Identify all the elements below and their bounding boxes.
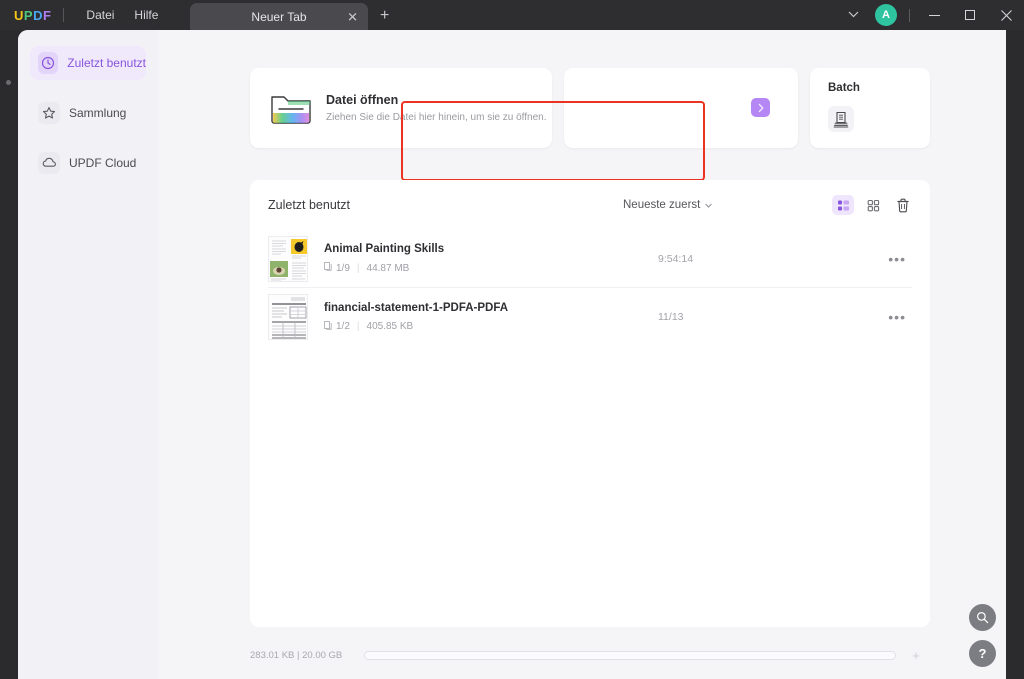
logo-divider: [63, 8, 65, 22]
menu-hilfe[interactable]: Hilfe: [124, 4, 168, 26]
grid-view-icon[interactable]: [862, 195, 884, 215]
chevron-down-icon: [705, 201, 713, 210]
cloud-icon: [38, 152, 60, 174]
logo-letter-d: D: [33, 7, 43, 23]
file-time: 9:54:14: [658, 252, 694, 265]
sidebar-item-label: UPDF Cloud: [69, 156, 137, 170]
batch-title: Batch: [828, 82, 860, 94]
thumb-page-1: [269, 236, 289, 260]
sidebar-item-zuletzt-benutzt[interactable]: Zuletzt benutzt: [30, 46, 146, 80]
file-thumbnail: [268, 235, 308, 282]
window-edge-dot: [6, 80, 11, 85]
help-icon[interactable]: ?: [969, 640, 996, 667]
sidebar-item-updf-cloud[interactable]: UPDF Cloud: [30, 146, 146, 180]
pages-value: 1/9: [336, 262, 350, 274]
view-toggle-group: [832, 195, 914, 215]
thumb-page-4: [289, 259, 307, 281]
main-content: Datei öffnen Ziehen Sie die Datei hier h…: [158, 30, 1006, 679]
file-time: 11/13: [658, 311, 684, 323]
file-name: Animal Painting Skills: [324, 243, 445, 255]
sort-label: Neueste zuerst: [623, 199, 701, 211]
tab-neuer-tab[interactable]: Neuer Tab ✕: [190, 3, 368, 30]
updf-logo: U P D F: [14, 8, 51, 23]
sidebar-item-label: Zuletzt benutzt: [67, 56, 146, 70]
sidebar-item-sammlung[interactable]: Sammlung: [30, 96, 146, 130]
logo-letter-u: U: [14, 7, 24, 23]
logo-letter-p: P: [23, 7, 34, 23]
thumb-page-2: [289, 236, 307, 260]
sidebar: Zuletzt benutzt Sammlung UPDF Cloud: [18, 30, 158, 679]
page-count: 1/9: [324, 262, 350, 274]
window-controls: A: [838, 0, 1024, 30]
meta-separator: |: [356, 262, 360, 274]
file-meta: financial-statement-1-PDFA-PDFA 1/2 | 40…: [324, 302, 508, 333]
maximize-button[interactable]: [952, 0, 988, 30]
file-meta: Animal Painting Skills 1/9 | 44.87 MB: [324, 243, 444, 274]
clock-icon: [38, 52, 59, 74]
file-size: 44.87 MB: [366, 262, 410, 274]
file-sub: 1/2 | 405.85 KB: [324, 320, 508, 333]
logo-letter-f: F: [42, 7, 52, 23]
file-name: financial-statement-1-PDFA-PDFA: [324, 301, 509, 314]
batch-card[interactable]: Batch: [810, 68, 930, 148]
meta-separator: |: [356, 321, 360, 332]
recent-panel-header: Zuletzt benutzt Neueste zuerst: [250, 180, 930, 230]
list-view-icon[interactable]: [832, 195, 854, 215]
pages-icon: [324, 262, 332, 274]
table-row[interactable]: Animal Painting Skills 1/9 | 44.87 MB 9:…: [268, 230, 912, 288]
controls-divider: [909, 8, 910, 22]
minimize-button[interactable]: [916, 0, 952, 30]
recent-panel: Zuletzt benutzt Neueste zuerst Animal Pa…: [250, 180, 930, 627]
trash-icon[interactable]: [892, 195, 914, 215]
chevron-right-icon[interactable]: [751, 98, 770, 117]
avatar[interactable]: A: [875, 4, 897, 26]
sidebar-item-label: Sammlung: [69, 106, 127, 120]
page-count: 1/2: [324, 320, 350, 333]
tab-label: Neuer Tab: [251, 9, 307, 24]
row-more-icon[interactable]: •••: [888, 251, 906, 267]
star-icon: [38, 102, 60, 124]
thumb-page-3: [269, 259, 289, 281]
updf-application-window: U P D F Datei Hilfe Neuer Tab ✕ + A Zule…: [0, 0, 1024, 679]
app-shell: Zuletzt benutzt Sammlung UPDF Cloud Date…: [18, 30, 1006, 679]
storage-usage: 283.01 KB | 20.00 GB: [250, 649, 343, 661]
folder-icon: [270, 91, 312, 125]
row-more-icon[interactable]: •••: [888, 309, 906, 325]
status-bar: 283.01 KB | 20.00 GB +: [250, 647, 930, 663]
menu-datei[interactable]: Datei: [76, 4, 124, 26]
pages-value: 1/2: [336, 321, 350, 332]
file-size: 405.85 KB: [366, 321, 414, 332]
thumb-financial-page: [269, 295, 307, 339]
title-bar: U P D F Datei Hilfe Neuer Tab ✕ + A: [0, 0, 1024, 30]
recent-title: Zuletzt benutzt: [268, 198, 350, 212]
add-storage-icon[interactable]: +: [912, 648, 920, 663]
open-file-highlight: [401, 101, 705, 181]
tab-close-icon[interactable]: ✕: [347, 10, 358, 23]
close-button[interactable]: [988, 0, 1024, 30]
table-row[interactable]: financial-statement-1-PDFA-PDFA 1/2 | 40…: [268, 288, 912, 346]
batch-documents-icon[interactable]: [828, 106, 854, 132]
chevron-down-icon[interactable]: [838, 9, 869, 21]
search-icon[interactable]: [969, 604, 996, 631]
sort-dropdown[interactable]: Neueste zuerst: [623, 199, 713, 211]
file-sub: 1/9 | 44.87 MB: [324, 262, 444, 274]
new-tab-icon[interactable]: +: [380, 8, 389, 24]
storage-progress-bar[interactable]: [364, 650, 897, 660]
pages-icon: [324, 320, 332, 333]
file-thumbnail: [268, 294, 308, 340]
